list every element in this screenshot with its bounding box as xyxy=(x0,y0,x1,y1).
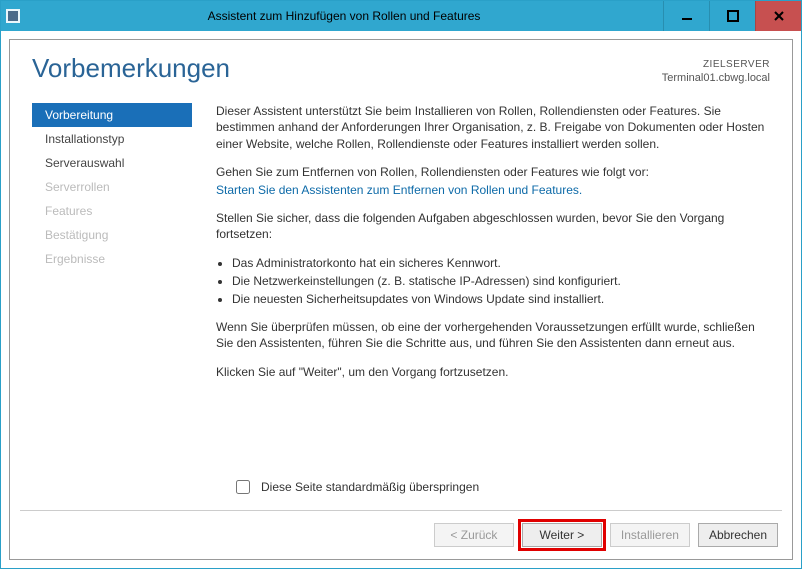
prereq-item: Die neuesten Sicherheitsupdates von Wind… xyxy=(232,291,770,307)
nav-item: Features xyxy=(32,199,192,223)
titlebar: Assistent zum Hinzufügen von Rollen und … xyxy=(1,1,801,31)
cancel-button[interactable]: Abbrechen xyxy=(698,523,778,547)
skip-page-label: Diese Seite standardmäßig überspringen xyxy=(261,480,479,494)
wizard-nav: VorbereitungInstallationstypServerauswah… xyxy=(32,103,192,391)
nav-item: Bestätigung xyxy=(32,223,192,247)
maximize-button[interactable] xyxy=(709,1,755,31)
prereq-item: Die Netzwerkeinstellungen (z. B. statisc… xyxy=(232,273,770,289)
next-button[interactable]: Weiter > xyxy=(522,523,602,547)
install-button[interactable]: Installieren xyxy=(610,523,690,547)
nav-item: Ergebnisse xyxy=(32,247,192,271)
remove-features-link[interactable]: Starten Sie den Assistenten zum Entferne… xyxy=(216,183,582,197)
nav-item[interactable]: Installationstyp xyxy=(32,127,192,151)
wizard-window: Assistent zum Hinzufügen von Rollen und … xyxy=(0,0,802,569)
skip-page-checkbox[interactable] xyxy=(236,480,250,494)
target-server-info: ZIELSERVER Terminal01.cbwg.local xyxy=(662,54,770,85)
remove-lead: Gehen Sie zum Entfernen von Rollen, Roll… xyxy=(216,164,770,180)
skip-page-row[interactable]: Diese Seite standardmäßig überspringen xyxy=(232,477,479,497)
close-button[interactable] xyxy=(755,1,801,31)
target-server-label: ZIELSERVER xyxy=(662,58,770,71)
continue-hint: Klicken Sie auf "Weiter", um den Vorgang… xyxy=(216,364,770,380)
minimize-button[interactable] xyxy=(663,1,709,31)
back-button[interactable]: < Zurück xyxy=(434,523,514,547)
app-icon xyxy=(1,1,25,31)
separator xyxy=(20,510,782,511)
intro-text: Dieser Assistent unterstützt Sie beim In… xyxy=(216,103,770,152)
prereq-list: Das Administratorkonto hat ein sicheres … xyxy=(216,255,770,308)
target-server-name: Terminal01.cbwg.local xyxy=(662,71,770,85)
ensure-lead: Stellen Sie sicher, dass die folgenden A… xyxy=(216,210,770,242)
window-title: Assistent zum Hinzufügen von Rollen und … xyxy=(25,9,663,23)
wizard-buttons: < Zurück Weiter > Installieren Abbrechen xyxy=(434,523,778,547)
recheck-text: Wenn Sie überprüfen müssen, ob eine der … xyxy=(216,319,770,351)
page-title: Vorbemerkungen xyxy=(32,54,230,83)
nav-item[interactable]: Serverauswahl xyxy=(32,151,192,175)
window-buttons xyxy=(663,1,801,31)
nav-item[interactable]: Vorbereitung xyxy=(32,103,192,127)
prereq-item: Das Administratorkonto hat ein sicheres … xyxy=(232,255,770,271)
content-area: Dieser Assistent unterstützt Sie beim In… xyxy=(216,103,770,391)
nav-item: Serverrollen xyxy=(32,175,192,199)
